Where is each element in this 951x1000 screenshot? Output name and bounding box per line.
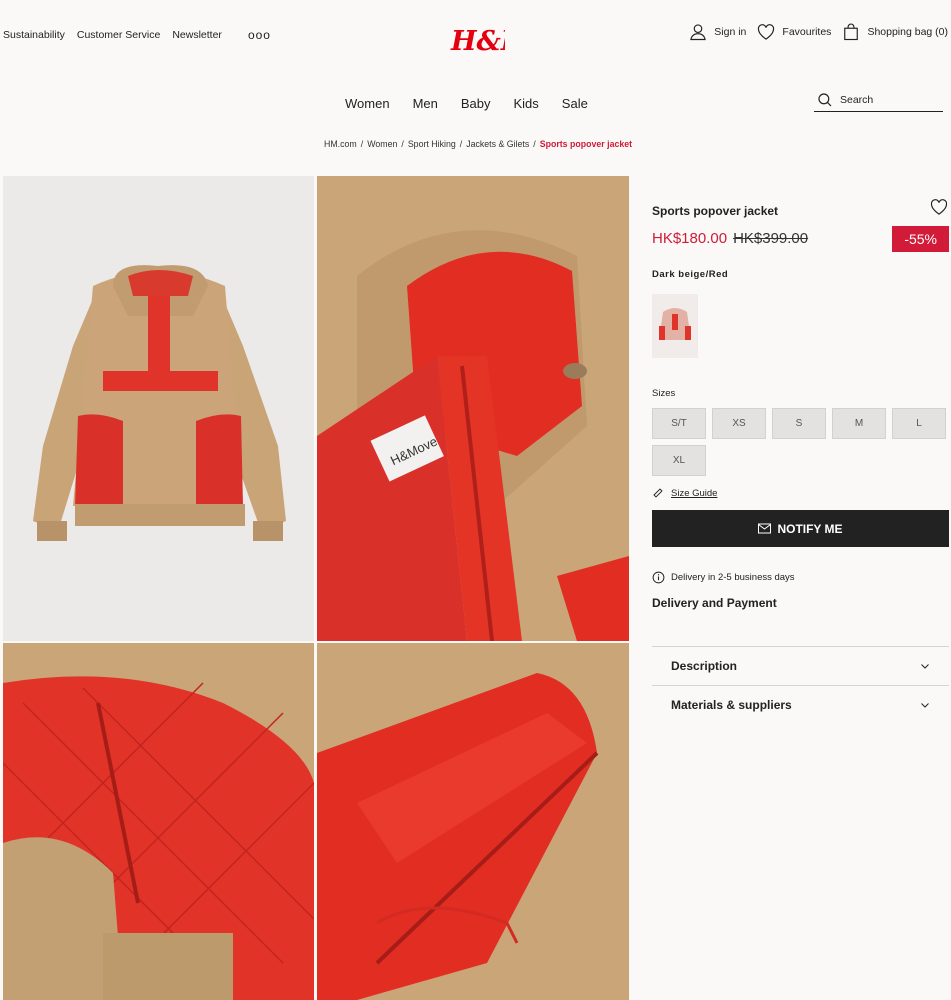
product-image-hood-closeup[interactable]: H&Move bbox=[317, 176, 629, 641]
product-image-front[interactable] bbox=[3, 176, 314, 641]
color-swatch[interactable] bbox=[652, 294, 698, 358]
favourites-label: Favourites bbox=[782, 26, 832, 38]
chevron-down-icon bbox=[921, 664, 929, 669]
size-option[interactable]: S bbox=[772, 408, 826, 439]
user-icon bbox=[690, 24, 707, 41]
link-newsletter[interactable]: Newsletter bbox=[172, 29, 222, 41]
size-guide-label: Size Guide bbox=[671, 487, 718, 499]
breadcrumb-item[interactable]: Sport Hiking bbox=[408, 139, 456, 149]
product-page: Sustainability Customer Service Newslett… bbox=[0, 0, 951, 1000]
product-image-side-panel[interactable] bbox=[3, 643, 314, 1000]
accordion-label: Description bbox=[671, 659, 738, 673]
main-nav: Women Men Baby Kids Sale bbox=[345, 96, 611, 111]
account-nav: Sign in Favourites Shopping bag (0) bbox=[688, 22, 948, 42]
breadcrumb-item[interactable]: Jackets & Gilets bbox=[466, 139, 529, 149]
breadcrumb-item[interactable]: Women bbox=[367, 139, 397, 149]
nav-kids[interactable]: Kids bbox=[514, 96, 539, 111]
description-accordion[interactable]: Description bbox=[652, 646, 949, 685]
mail-icon bbox=[758, 523, 772, 534]
delivery-info: Delivery in 2-5 business days bbox=[652, 571, 949, 584]
search-input[interactable]: Search bbox=[814, 88, 943, 112]
favourites-link[interactable]: Favourites bbox=[756, 22, 831, 42]
shopping-bag-label: Shopping bag (0) bbox=[867, 26, 948, 38]
size-option[interactable]: L bbox=[892, 408, 946, 439]
breadcrumb-current: Sports popover jacket bbox=[539, 139, 633, 149]
sizes-heading: Sizes bbox=[652, 388, 676, 399]
link-sustainability[interactable]: Sustainability bbox=[3, 29, 65, 41]
size-option[interactable]: M bbox=[832, 408, 886, 439]
size-option[interactable]: S/T bbox=[652, 408, 706, 439]
size-option[interactable]: XS bbox=[712, 408, 766, 439]
size-option[interactable]: XL bbox=[652, 445, 706, 476]
bag-icon bbox=[844, 23, 859, 41]
swatch-thumbnail bbox=[659, 308, 691, 340]
chevron-down-icon bbox=[921, 703, 929, 708]
delivery-time-text: Delivery in 2-5 business days bbox=[671, 572, 795, 583]
delivery-payment-heading[interactable]: Delivery and Payment bbox=[652, 596, 949, 610]
discount-badge: -55% bbox=[892, 226, 949, 252]
notify-me-button[interactable]: NOTIFY ME bbox=[652, 510, 949, 547]
product-details: Sports popover jacket HK$180.00 HK$399.00… bbox=[652, 196, 949, 724]
more-menu-icon[interactable]: ooo bbox=[248, 28, 271, 42]
size-guide-link[interactable]: Size Guide bbox=[652, 487, 949, 499]
sale-price: HK$180.00 bbox=[652, 230, 728, 247]
original-price: HK$399.00 bbox=[733, 230, 809, 247]
nav-women[interactable]: Women bbox=[345, 96, 390, 111]
ruler-icon bbox=[653, 488, 663, 498]
accordion-label: Materials & suppliers bbox=[671, 698, 792, 712]
logo-text: H&M bbox=[450, 26, 505, 57]
breadcrumb-item[interactable]: HM.com bbox=[324, 139, 357, 149]
materials-accordion[interactable]: Materials & suppliers bbox=[652, 685, 949, 724]
size-options: S/T XS S M L XL bbox=[652, 408, 949, 476]
nav-men[interactable]: Men bbox=[413, 96, 438, 111]
color-name: Dark beige/Red bbox=[652, 269, 729, 280]
utility-nav: Sustainability Customer Service Newslett… bbox=[3, 28, 271, 42]
product-title: Sports popover jacket bbox=[652, 204, 779, 218]
favourite-heart-icon[interactable] bbox=[929, 197, 949, 217]
shopping-bag-link[interactable]: Shopping bag (0) bbox=[841, 22, 948, 42]
search-placeholder: Search bbox=[840, 93, 874, 106]
sign-in-label: Sign in bbox=[714, 26, 747, 38]
product-gallery: H&Move bbox=[3, 176, 629, 1000]
breadcrumb: HM.com / Women / Sport Hiking / Jackets & Gile… bbox=[324, 139, 633, 149]
info-icon bbox=[652, 571, 665, 584]
link-customer-service[interactable]: Customer Service bbox=[77, 29, 160, 41]
search-icon bbox=[818, 92, 832, 106]
heart-icon bbox=[758, 24, 775, 40]
nav-sale[interactable]: Sale bbox=[562, 96, 588, 111]
product-image-pocket[interactable] bbox=[317, 643, 629, 1000]
sign-in-link[interactable]: Sign in bbox=[688, 22, 746, 42]
notify-me-label: NOTIFY ME bbox=[777, 521, 843, 536]
nav-baby[interactable]: Baby bbox=[461, 96, 491, 111]
brand-logo[interactable]: H&M bbox=[449, 20, 532, 60]
